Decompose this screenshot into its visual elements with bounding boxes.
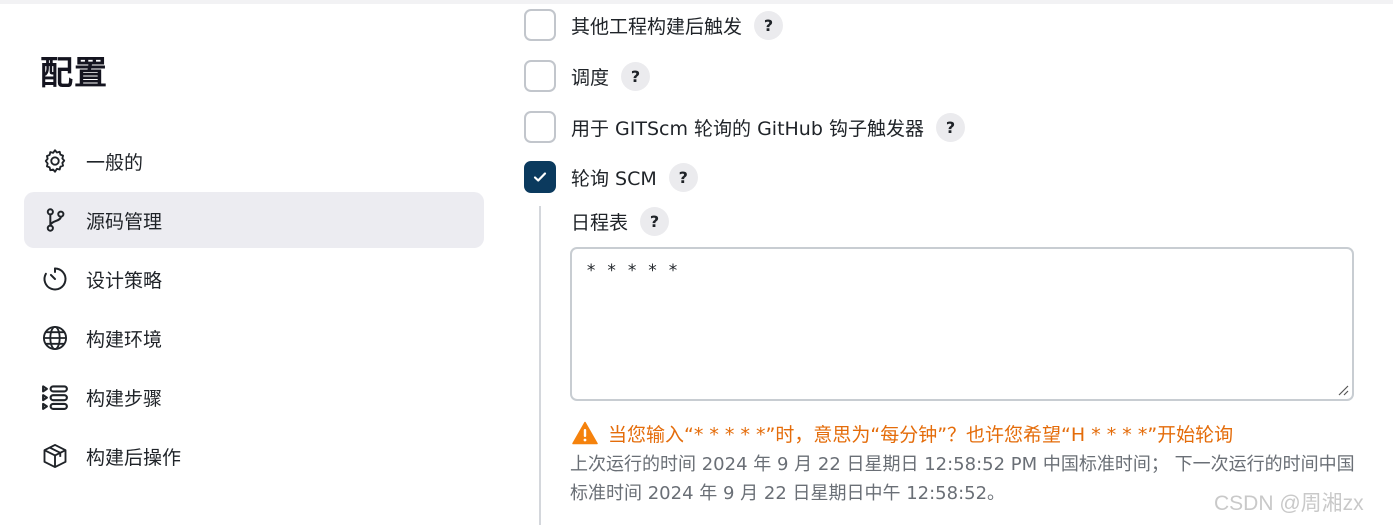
checkbox[interactable] <box>524 60 556 92</box>
schedule-input[interactable]: * * * * * <box>570 247 1354 401</box>
option-label: 轮询 SCM <box>571 167 657 190</box>
resize-grip-icon[interactable] <box>1336 383 1350 397</box>
branch-icon <box>40 205 70 235</box>
help-icon[interactable]: ? <box>668 162 698 192</box>
sidebar-item-label: 设计策略 <box>86 269 163 292</box>
list-steps-icon <box>40 382 70 412</box>
sidebar-item-post-build[interactable]: 构建后操作 <box>24 428 484 484</box>
schedule-warning: 当您输入“* * * * *”时，意思为“每分钟”？也许您希望“H * * * … <box>572 420 1233 446</box>
option-label: 用于 GITScm 轮询的 GitHub 钩子触发器 <box>571 117 924 140</box>
trigger-option-github-hook: 用于 GITScm 轮询的 GitHub 钩子触发器 ? <box>524 111 965 143</box>
sidebar-item-general[interactable]: 一般的 <box>24 133 484 189</box>
top-bar-edge <box>0 0 1393 4</box>
checkmark-icon <box>533 172 547 182</box>
trigger-option-poll-scm: 轮询 SCM ? <box>524 161 698 193</box>
checkbox[interactable] <box>524 111 556 143</box>
nested-section-line <box>539 206 541 525</box>
sidebar-item-label: 源码管理 <box>86 210 163 233</box>
sidebar-item-strategy[interactable]: 设计策略 <box>24 251 484 307</box>
globe-icon <box>40 323 70 353</box>
trigger-option-schedule: 调度 ? <box>524 60 651 92</box>
warning-text: 当您输入“* * * * *”时，意思为“每分钟”？也许您希望“H * * * … <box>608 423 1234 446</box>
sidebar-item-label: 一般的 <box>86 151 144 174</box>
sidebar-item-label: 构建环境 <box>86 328 163 351</box>
sidebar-item-label: 构建步骤 <box>86 387 163 410</box>
sidebar-item-scm[interactable]: 源码管理 <box>24 192 484 248</box>
schedule-label-row: 日程表 ? <box>571 206 670 236</box>
schedule-label: 日程表 <box>571 211 629 234</box>
help-icon[interactable]: ? <box>640 206 670 236</box>
gear-icon <box>40 146 70 176</box>
sidebar-item-build-env[interactable]: 构建环境 <box>24 310 484 366</box>
page-title: 配置 <box>40 53 108 92</box>
sidebar-item-label: 构建后操作 <box>86 446 182 469</box>
warning-icon <box>572 421 598 445</box>
checkbox-checked[interactable] <box>524 161 556 193</box>
help-icon[interactable]: ? <box>935 112 965 142</box>
package-icon <box>40 441 70 471</box>
timer-icon <box>40 264 70 294</box>
help-icon[interactable]: ? <box>621 61 651 91</box>
option-label: 其他工程构建后触发 <box>571 15 743 38</box>
option-label: 调度 <box>571 66 610 89</box>
help-icon[interactable]: ? <box>754 10 784 40</box>
trigger-option-after-other-projects: 其他工程构建后触发 ? <box>524 9 784 41</box>
sidebar-item-build-steps[interactable]: 构建步骤 <box>24 369 484 425</box>
watermark: CSDN @周湘zx <box>1214 492 1364 515</box>
checkbox[interactable] <box>524 9 556 41</box>
